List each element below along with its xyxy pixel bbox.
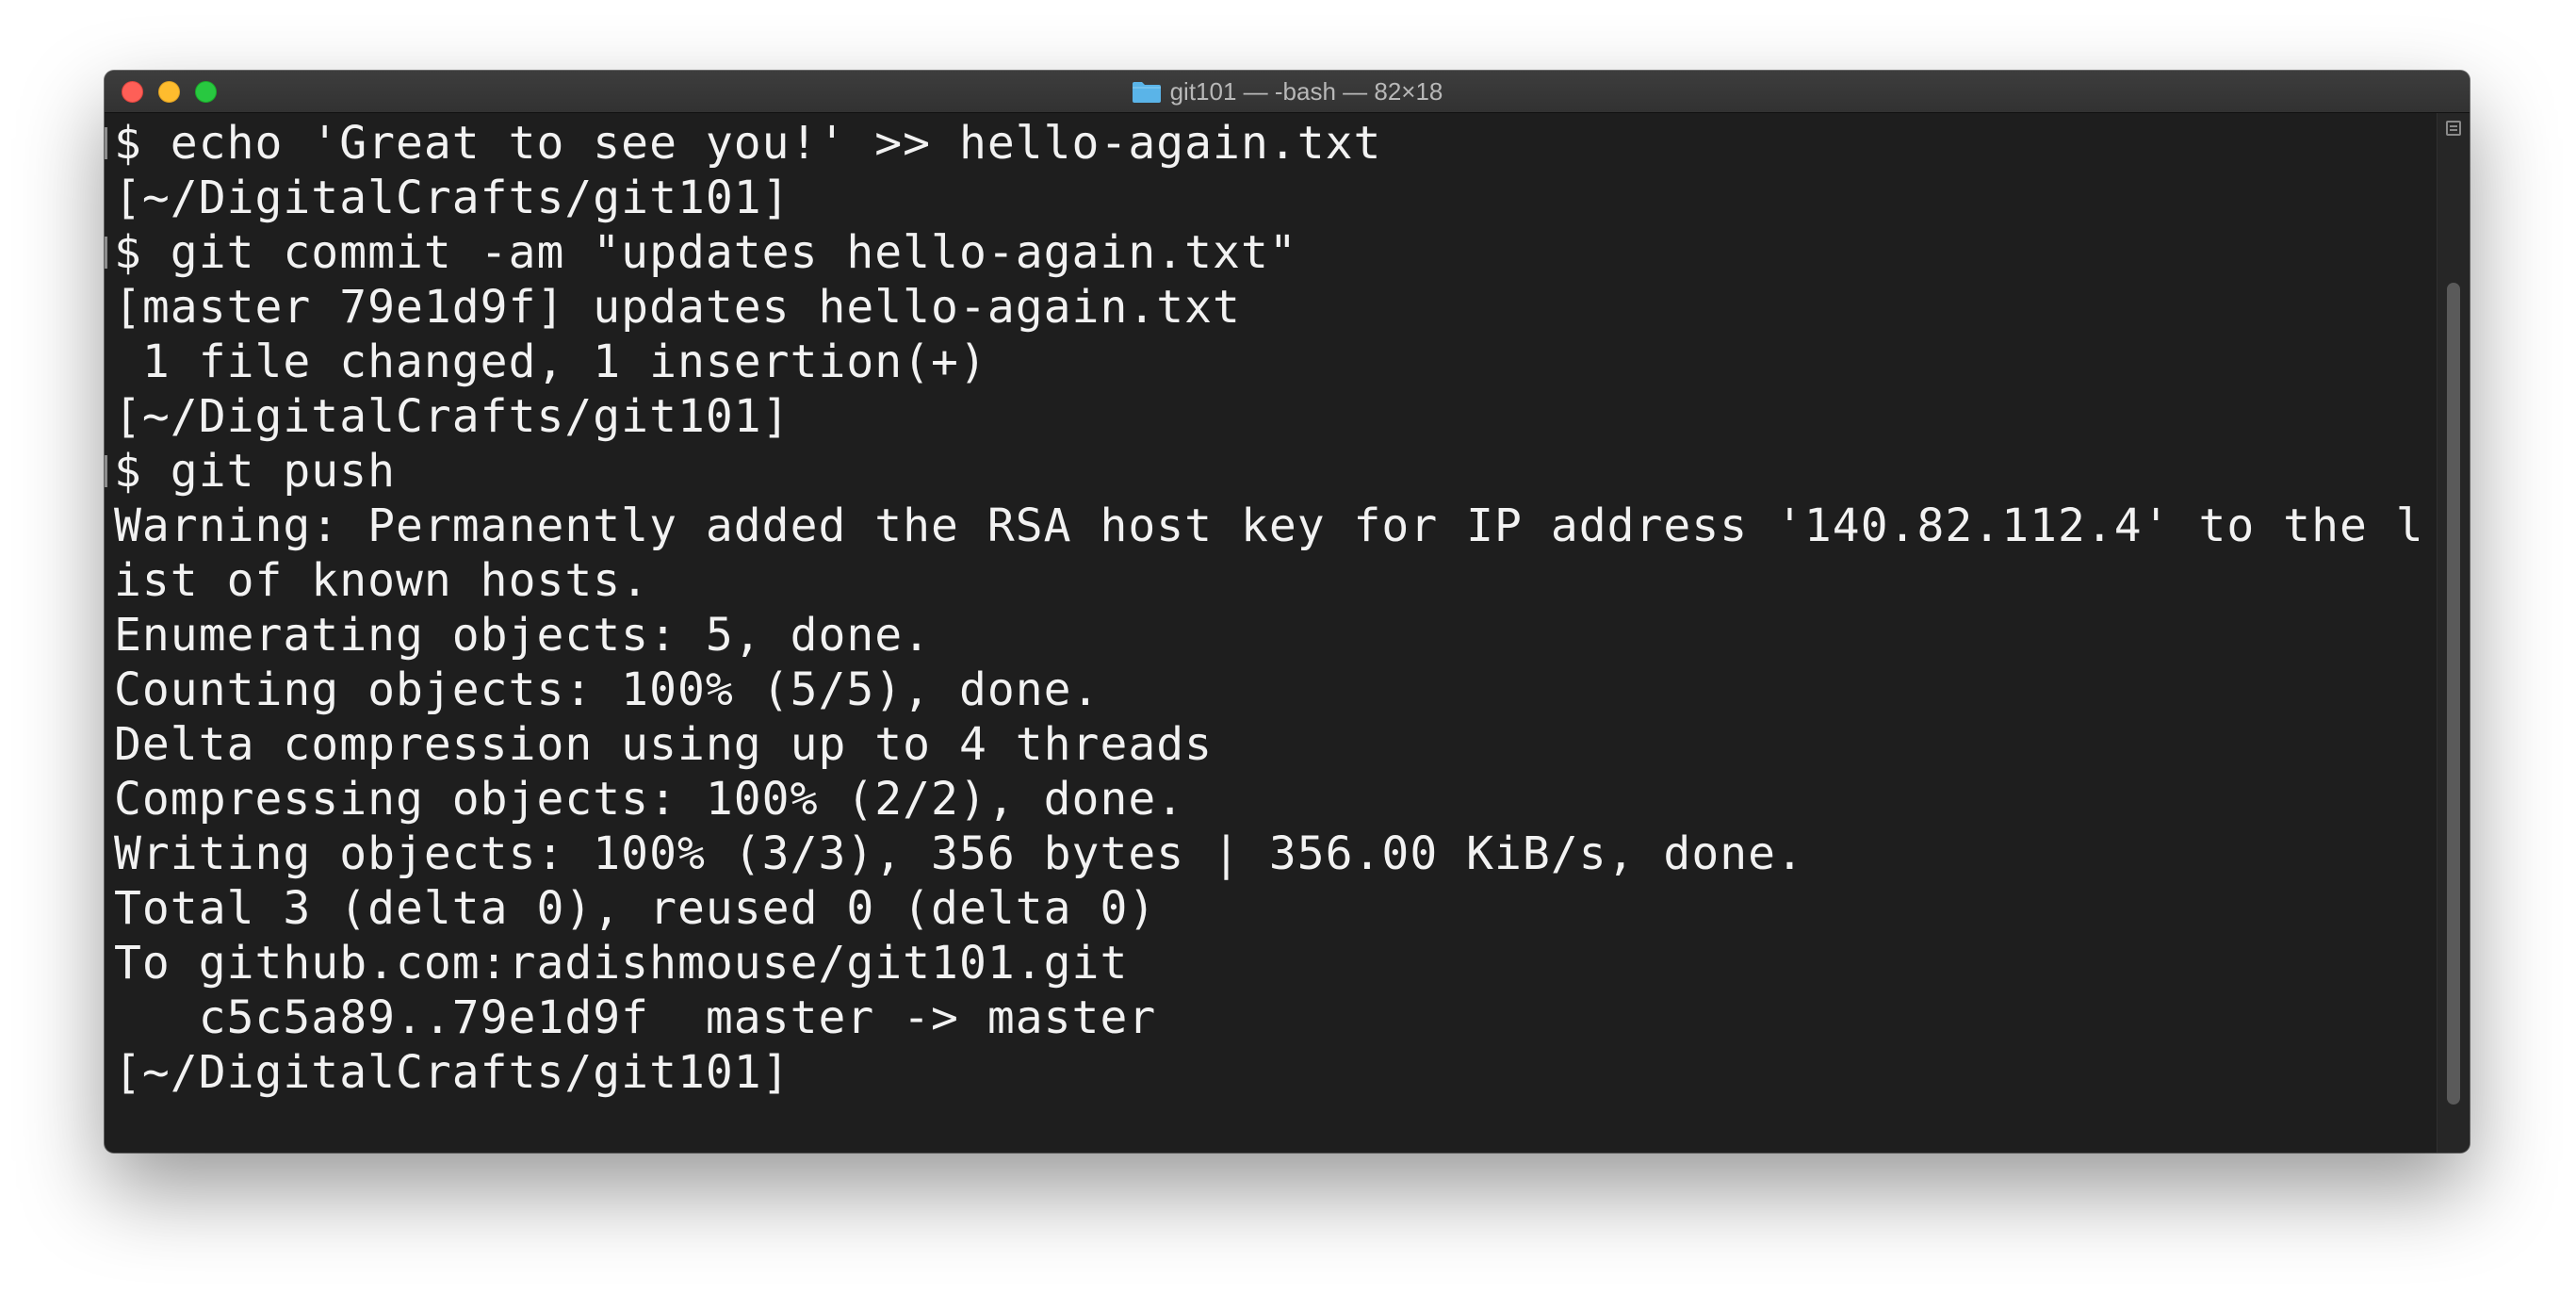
terminal-line-text: c5c5a89..79e1d9f master -> master bbox=[114, 991, 1157, 1044]
prompt-marker-left bbox=[105, 455, 107, 487]
terminal-line: Enumerating objects: 5, done. bbox=[114, 608, 2437, 663]
terminal-line: 1 file changed, 1 insertion(+) bbox=[114, 335, 2437, 389]
scrollbar-thumb[interactable] bbox=[2447, 283, 2460, 1105]
folder-icon bbox=[1132, 81, 1161, 103]
terminal-line: Counting objects: 100% (5/5), done. bbox=[114, 663, 2437, 717]
terminal-line-text: Warning: Permanently added the RSA host … bbox=[114, 499, 2424, 552]
prompt-marker-left bbox=[105, 127, 107, 159]
terminal-line-text: Writing objects: 100% (3/3), 356 bytes |… bbox=[114, 827, 1804, 880]
terminal-line-text: [~/DigitalCrafts/git101] bbox=[114, 390, 791, 443]
terminal-line: Compressing objects: 100% (2/2), done. bbox=[114, 772, 2437, 827]
window-title: git101 — -bash — 82×18 bbox=[1132, 77, 1443, 106]
terminal-window[interactable]: git101 — -bash — 82×18 $ echo 'Great to … bbox=[105, 71, 2470, 1153]
terminal-line: ist of known hosts. bbox=[114, 553, 2437, 608]
terminal-line: [~/DigitalCrafts/git101] bbox=[114, 1045, 2437, 1100]
terminal-line: [~/DigitalCrafts/git101] bbox=[114, 389, 2437, 444]
terminal-line-text: 1 file changed, 1 insertion(+) bbox=[114, 336, 987, 388]
terminal-line-text: Total 3 (delta 0), reused 0 (delta 0) bbox=[114, 882, 1157, 935]
terminal-line-text: To github.com:radishmouse/git101.git bbox=[114, 937, 1129, 990]
zoom-button[interactable] bbox=[195, 81, 217, 103]
screenshot-stage: git101 — -bash — 82×18 $ echo 'Great to … bbox=[0, 0, 2576, 1293]
terminal-line-text: [~/DigitalCrafts/git101] bbox=[114, 172, 791, 224]
terminal-line: Delta compression using up to 4 threads bbox=[114, 717, 2437, 772]
window-controls bbox=[122, 81, 217, 103]
terminal-line-text: Compressing objects: 100% (2/2), done. bbox=[114, 773, 1185, 826]
terminal-line: To github.com:radishmouse/git101.git bbox=[114, 936, 2437, 990]
terminal-line-text: Enumerating objects: 5, done. bbox=[114, 609, 932, 662]
terminal-line: c5c5a89..79e1d9f master -> master bbox=[114, 990, 2437, 1045]
terminal-line-text: $ git push bbox=[114, 445, 396, 498]
vertical-scrollbar[interactable] bbox=[2437, 113, 2470, 1153]
terminal-line: $ git push bbox=[105, 444, 2443, 499]
terminal-line: [master 79e1d9f] updates hello-again.txt bbox=[114, 280, 2437, 335]
terminal-line: Warning: Permanently added the RSA host … bbox=[114, 499, 2437, 553]
list-icon[interactable] bbox=[2446, 121, 2461, 136]
terminal-line-text: Delta compression using up to 4 threads bbox=[114, 718, 1214, 771]
window-title-text: git101 — -bash — 82×18 bbox=[1169, 76, 1443, 106]
terminal-line-text: [master 79e1d9f] updates hello-again.txt bbox=[114, 281, 1241, 334]
terminal-line-text: [~/DigitalCrafts/git101] bbox=[114, 1046, 791, 1099]
terminal-line-text: $ echo 'Great to see you!' >> hello-agai… bbox=[114, 117, 1382, 170]
terminal-line-text: $ git commit -am "updates hello-again.tx… bbox=[114, 226, 1297, 279]
terminal-line: Total 3 (delta 0), reused 0 (delta 0) bbox=[114, 881, 2437, 936]
terminal-output[interactable]: $ echo 'Great to see you!' >> hello-agai… bbox=[105, 113, 2443, 1153]
terminal-line: $ git commit -am "updates hello-again.tx… bbox=[105, 225, 2443, 280]
close-button[interactable] bbox=[122, 81, 143, 103]
terminal-line: [~/DigitalCrafts/git101] bbox=[114, 171, 2437, 225]
terminal-line: Writing objects: 100% (3/3), 356 bytes |… bbox=[114, 827, 2437, 881]
prompt-marker-left bbox=[105, 237, 107, 269]
terminal-line: $ echo 'Great to see you!' >> hello-agai… bbox=[105, 116, 2443, 171]
terminal-line-text: Counting objects: 100% (5/5), done. bbox=[114, 663, 1101, 716]
title-bar[interactable]: git101 — -bash — 82×18 bbox=[105, 71, 2470, 113]
terminal-line-text: ist of known hosts. bbox=[114, 554, 650, 607]
minimize-button[interactable] bbox=[158, 81, 180, 103]
